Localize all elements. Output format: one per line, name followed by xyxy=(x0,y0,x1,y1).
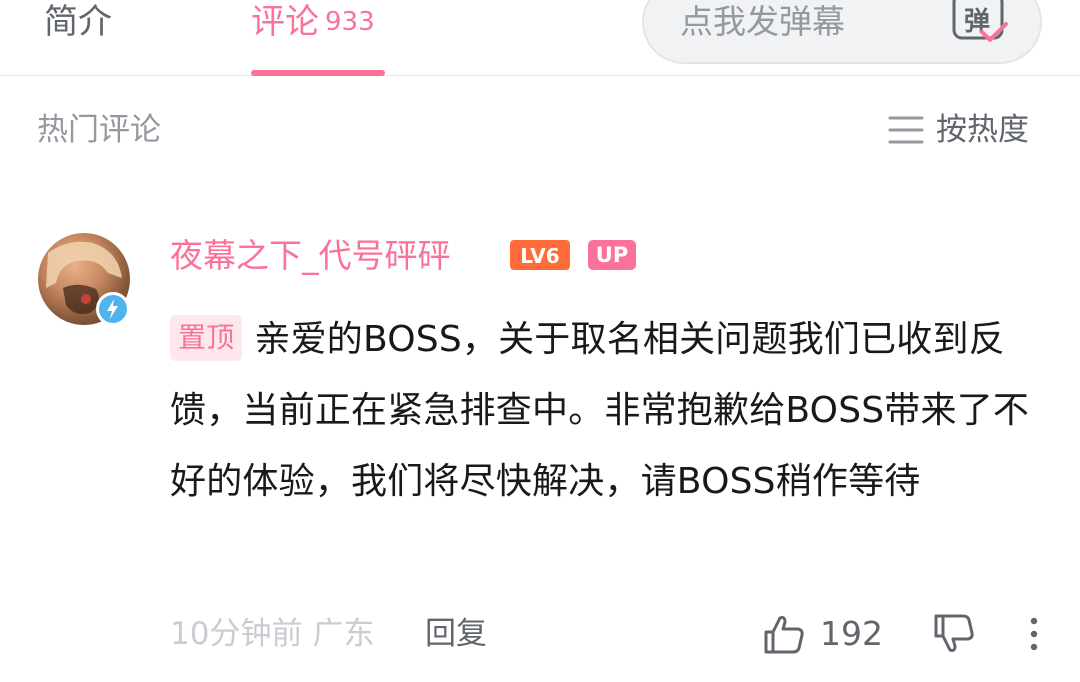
tab-comments-count: 933 xyxy=(325,7,375,37)
tab-bar: 简介 评论 933 点我发弹幕 弹 xyxy=(0,0,1080,76)
level-badge: LV6 xyxy=(510,240,570,270)
tab-comments[interactable]: 评论 933 xyxy=(251,0,375,76)
comment-meta: 10分钟前 广东 xyxy=(170,612,374,656)
comment-username[interactable]: 夜幕之下_代号砰砰 xyxy=(170,233,451,279)
tab-comments-label: 评论 xyxy=(251,2,319,42)
comment-text: 亲爱的BOSS，关于取名相关问题我们已收到反馈，当前正在紧急排查中。非常抱歉给B… xyxy=(170,319,1030,502)
sort-lines-icon[interactable] xyxy=(888,112,924,148)
reply-button[interactable]: 回复 xyxy=(425,612,487,656)
active-tab-indicator xyxy=(251,70,385,76)
comment-location: 广东 xyxy=(312,616,375,652)
tab-intro[interactable]: 简介 xyxy=(44,0,112,44)
sort-button[interactable]: 按热度 xyxy=(936,108,1029,152)
thumbs-up-icon[interactable] xyxy=(762,612,806,656)
comment-content: 置顶 亲爱的BOSS，关于取名相关问题我们已收到反馈，当前正在紧急排查中。非常抱歉… xyxy=(170,304,1030,517)
level-badge-text: LV6 xyxy=(520,244,559,268)
danmaku-input-placeholder[interactable]: 点我发弹幕 xyxy=(680,0,845,44)
comment-time: 10分钟前 xyxy=(170,616,303,652)
thumbs-down-icon[interactable] xyxy=(932,612,976,656)
pinned-tag: 置顶 xyxy=(170,315,243,361)
danmaku-toggle-icon[interactable]: 弹 xyxy=(952,0,1010,44)
danmaku-button-glyph: 弹 xyxy=(964,7,990,37)
like-count: 192 xyxy=(820,614,883,653)
more-vertical-icon[interactable] xyxy=(1024,612,1044,656)
section-title: 热门评论 xyxy=(37,112,161,148)
lightning-verified-icon xyxy=(96,292,130,326)
up-badge: UP xyxy=(588,240,636,270)
